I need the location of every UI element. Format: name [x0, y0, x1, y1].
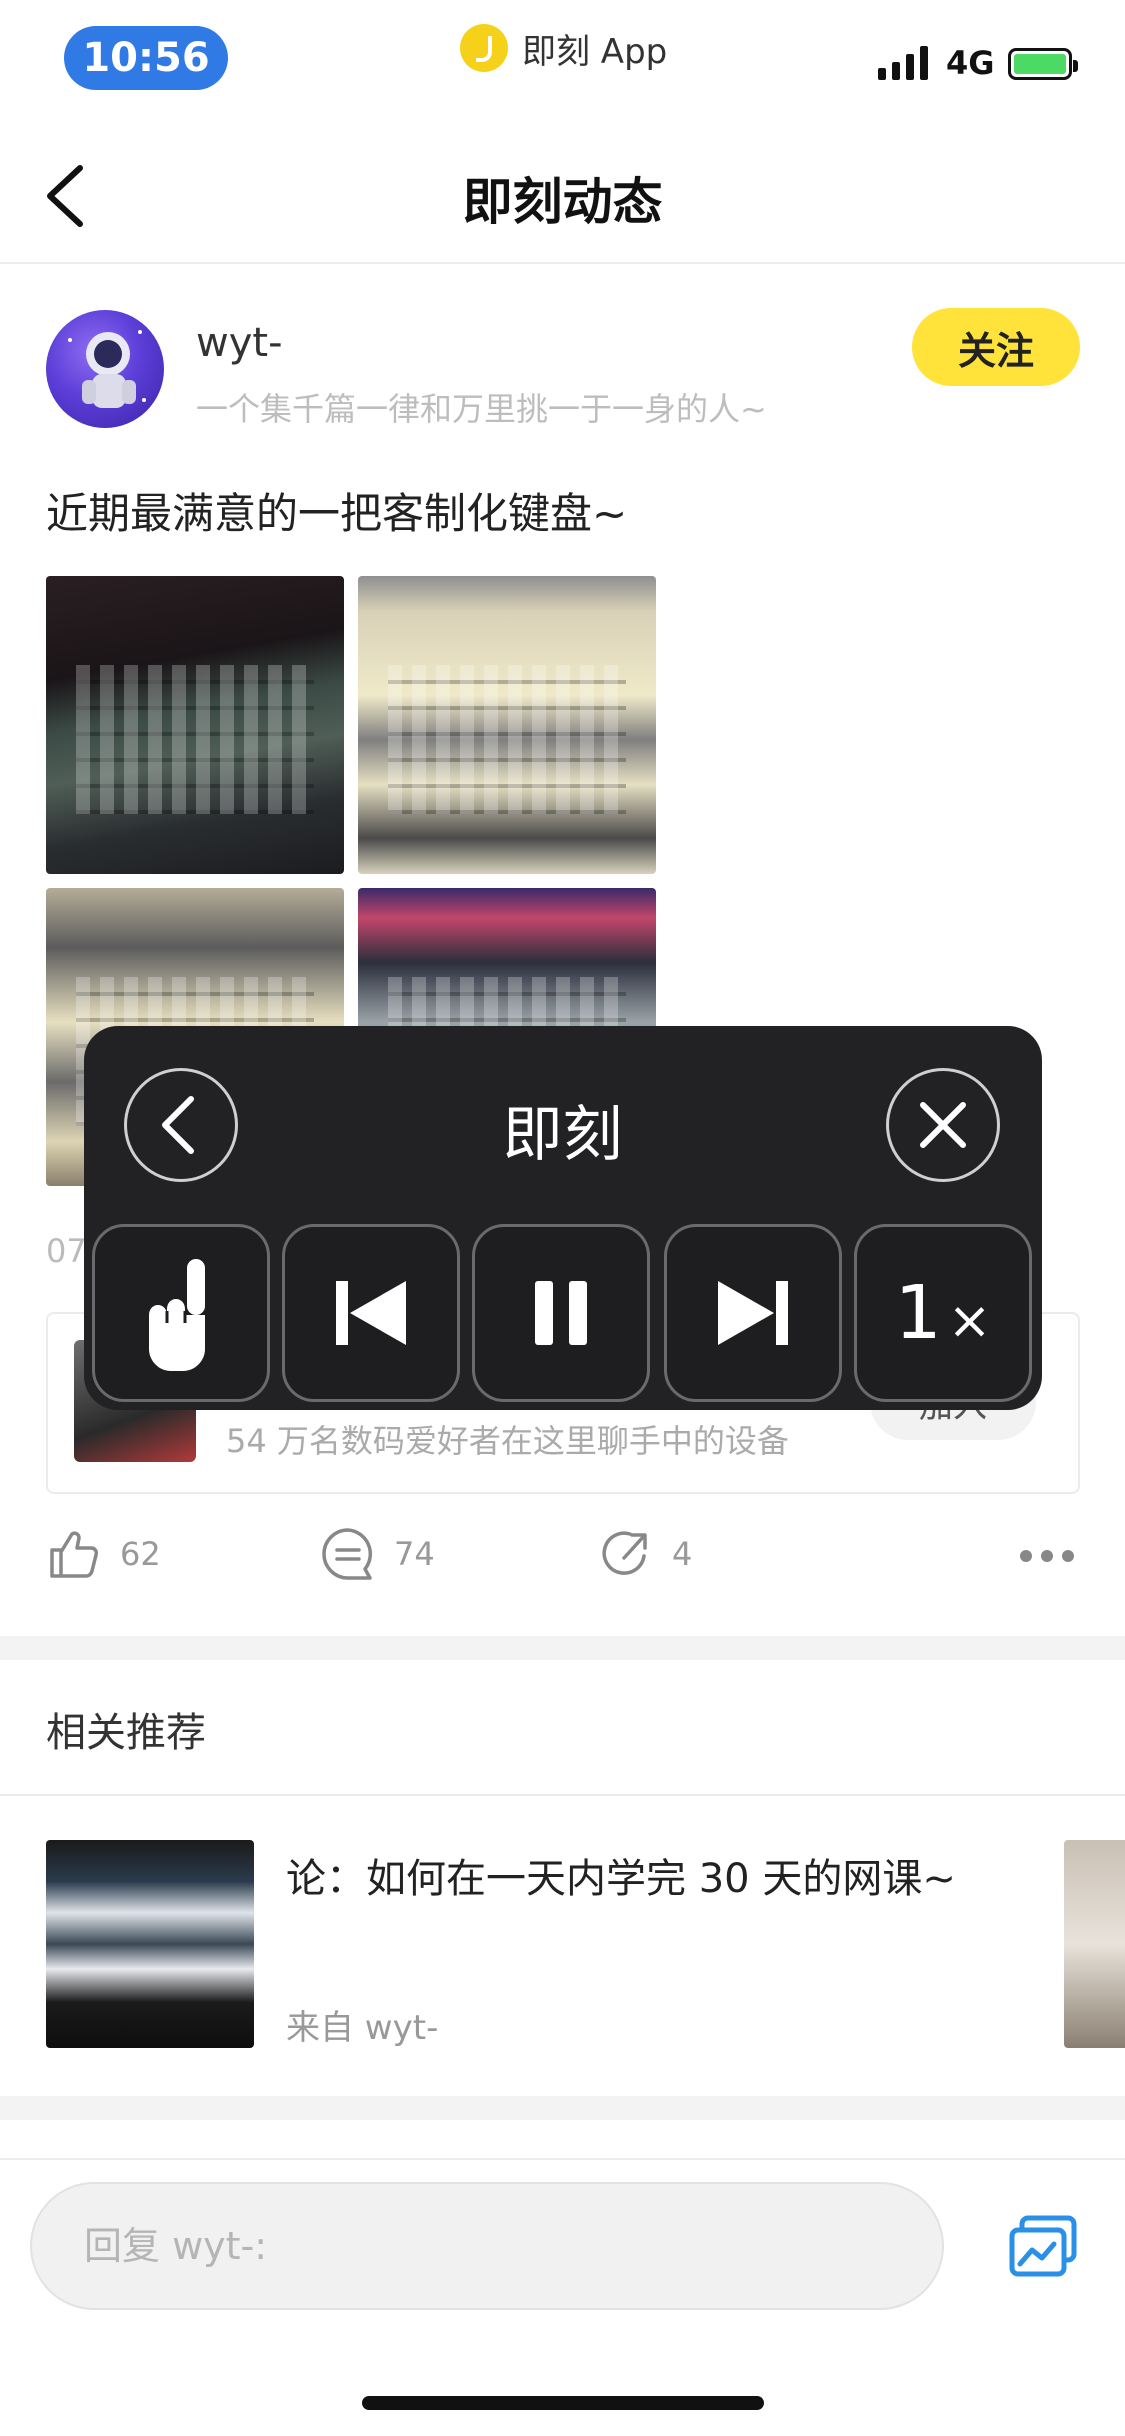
previous-button[interactable]: [282, 1224, 460, 1402]
section-separator: [0, 2096, 1125, 2120]
tap-gesture-icon: [149, 1259, 205, 1371]
speed-value: 1: [894, 1270, 942, 1356]
skip-previous-icon: [336, 1281, 406, 1345]
recommend-item-thumbnail[interactable]: [46, 1840, 254, 2048]
post-date: 07: [46, 1232, 87, 1270]
post-text: 近期最满意的一把客制化键盘~: [46, 489, 628, 538]
recommend-item-thumbnail[interactable]: [1064, 1840, 1125, 2048]
status-time: 10:56: [64, 26, 228, 90]
post-image-2[interactable]: [358, 576, 656, 874]
author-bio: 一个集千篇一律和万里挑一于一身的人~: [196, 390, 767, 428]
pause-icon: [535, 1281, 587, 1345]
recommend-section-title: 相关推荐: [46, 1710, 206, 1756]
divider: [0, 262, 1125, 264]
cellular-signal-icon: [878, 44, 928, 80]
network-type: 4G: [946, 44, 995, 82]
skip-next-icon: [718, 1281, 788, 1345]
page-title: 即刻动态: [462, 173, 663, 231]
comment-icon: [322, 1528, 373, 1580]
post-image-1[interactable]: [46, 576, 344, 874]
follow-button[interactable]: 关注: [912, 308, 1080, 386]
astronaut-avatar-icon: [68, 330, 146, 408]
comment-count: 74: [394, 1535, 435, 1573]
home-indicator: [362, 2396, 764, 2410]
image-picker-icon[interactable]: [1008, 2214, 1078, 2278]
speed-label: 1 ×: [895, 1270, 992, 1356]
divider: [0, 1794, 1125, 1796]
like-button[interactable]: 62: [46, 1526, 161, 1582]
pause-button[interactable]: [472, 1224, 650, 1402]
close-icon: [920, 1102, 966, 1148]
share-count: 4: [672, 1535, 693, 1573]
divider: [0, 2158, 1125, 2160]
comment-button[interactable]: 74: [320, 1526, 435, 1582]
next-button[interactable]: [664, 1224, 842, 1402]
speed-button[interactable]: 1 ×: [854, 1224, 1032, 1402]
app-indicator[interactable]: 即刻 App: [460, 20, 667, 76]
app-indicator-label: 即刻 App: [522, 31, 668, 72]
jike-app-icon: [460, 24, 508, 72]
recommend-item-title[interactable]: 论：如何在一天内学完 30 天的网课~: [286, 1846, 956, 1904]
avatar[interactable]: [46, 310, 164, 428]
player-close-button[interactable]: [886, 1068, 1000, 1182]
battery-charging-icon: [1008, 48, 1078, 80]
section-separator: [0, 1636, 1125, 1660]
author-name[interactable]: wyt-: [196, 320, 283, 366]
speed-unit: ×: [947, 1291, 992, 1351]
thumbs-up-icon: [50, 1531, 98, 1578]
tap-gesture-button[interactable]: [92, 1224, 270, 1402]
community-description: 54 万名数码爱好者在这里聊手中的设备: [226, 1422, 789, 1460]
reply-input[interactable]: [30, 2182, 944, 2310]
more-options-icon[interactable]: [1020, 1550, 1074, 1562]
share-icon: [602, 1531, 647, 1575]
share-button[interactable]: 4: [598, 1526, 692, 1582]
recommend-item-source: 来自 wyt-: [286, 2008, 439, 2048]
like-count: 62: [120, 1535, 161, 1573]
